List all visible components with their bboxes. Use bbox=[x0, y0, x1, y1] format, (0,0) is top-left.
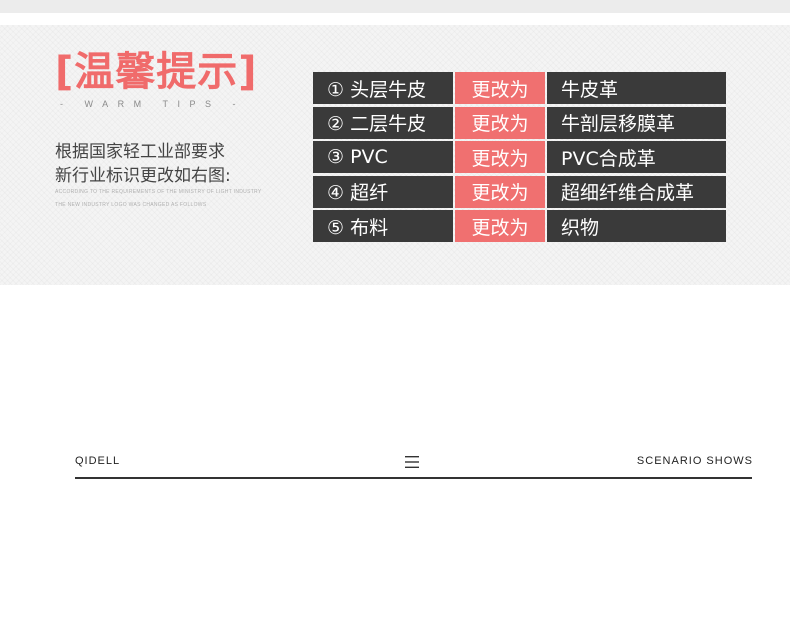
old-material-cell: ⑤ 布料 bbox=[313, 210, 453, 242]
change-label-cell: 更改为 bbox=[455, 106, 545, 139]
notice-description-line-1: 根据国家轻工业部要求 bbox=[55, 142, 225, 162]
old-material-cell: ④ 超纤 bbox=[313, 175, 453, 208]
change-label-cell: 更改为 bbox=[455, 72, 545, 104]
old-material-cell: ② 二层牛皮 bbox=[313, 106, 453, 139]
new-material-cell: 牛剖层移膜革 bbox=[547, 106, 726, 139]
notice-subtitle: - WARM TIPS - bbox=[60, 99, 245, 109]
brand-label: QIDELL bbox=[75, 455, 121, 467]
table-row: ⑤ 布料 更改为 织物 bbox=[313, 210, 726, 242]
table-row: ② 二层牛皮 更改为 牛剖层移膜革 bbox=[313, 106, 726, 139]
change-label-cell: 更改为 bbox=[455, 175, 545, 208]
notice-description-en-line-1: ACCORDING TO THE REQUIREMENTS OF THE MIN… bbox=[55, 189, 262, 195]
notice-title: [温馨提示] bbox=[55, 49, 258, 95]
new-material-cell: 超细纤维合成革 bbox=[547, 175, 726, 208]
change-label-cell: 更改为 bbox=[455, 141, 545, 173]
notice-description-line-2: 新行业标识更改如右图: bbox=[55, 166, 231, 186]
new-material-cell: PVC合成革 bbox=[547, 141, 726, 173]
old-material-cell: ① 头层牛皮 bbox=[313, 72, 453, 104]
table-row: ① 头层牛皮 更改为 牛皮革 bbox=[313, 72, 726, 104]
material-change-table: ① 头层牛皮 更改为 牛皮革 ② 二层牛皮 更改为 牛剖层移膜革 ③ PVC 更… bbox=[313, 72, 726, 245]
hamburger-menu-icon[interactable] bbox=[405, 454, 419, 473]
table-row: ③ PVC 更改为 PVC合成革 bbox=[313, 141, 726, 173]
section-label: SCENARIO SHOWS bbox=[636, 455, 753, 467]
change-label-cell: 更改为 bbox=[455, 210, 545, 242]
top-strip bbox=[0, 0, 790, 13]
old-material-cell: ③ PVC bbox=[313, 141, 453, 173]
new-material-cell: 牛皮革 bbox=[547, 72, 726, 104]
notice-description-en-line-2: THE NEW INDUSTRY LOGO WAS CHANGED AS FOL… bbox=[55, 202, 207, 208]
new-material-cell: 织物 bbox=[547, 210, 726, 242]
section-divider bbox=[75, 477, 752, 479]
table-row: ④ 超纤 更改为 超细纤维合成革 bbox=[313, 175, 726, 208]
